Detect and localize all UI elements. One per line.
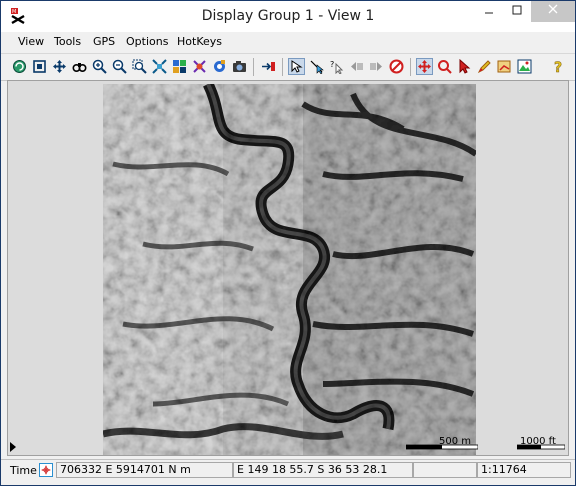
image-button[interactable] xyxy=(516,58,533,75)
status-bar: Time 706332 E 5914701 N m E 149 18 55.7 … xyxy=(1,459,575,482)
pointer-button[interactable] xyxy=(456,58,473,75)
svg-text:?: ? xyxy=(330,60,334,69)
svg-text:?: ? xyxy=(554,60,562,74)
help-button[interactable]: ? xyxy=(550,58,567,75)
cancel-icon xyxy=(389,59,404,74)
status-empty-cell xyxy=(413,462,477,478)
camera-button[interactable] xyxy=(231,58,248,75)
cancel-button[interactable] xyxy=(388,58,405,75)
add-layer-icon xyxy=(262,62,275,71)
zoom-extent-button[interactable] xyxy=(151,58,168,75)
toolbar-separator xyxy=(253,58,254,76)
pan-button[interactable] xyxy=(51,58,68,75)
close-button[interactable] xyxy=(531,1,575,22)
move-icon xyxy=(418,60,431,73)
gps-position-button[interactable] xyxy=(39,463,53,477)
zoom-in-icon xyxy=(92,59,107,74)
forward-button[interactable] xyxy=(368,58,385,75)
back-icon xyxy=(351,62,363,71)
menu-options[interactable]: Options xyxy=(126,35,168,48)
binoculars-icon xyxy=(72,63,87,73)
grid-button[interactable] xyxy=(191,58,208,75)
latlon-coordinates: E 149 18 55.7 S 36 53 28.1 xyxy=(233,462,413,478)
binoculars-button[interactable] xyxy=(71,58,88,75)
select-cursor-button[interactable] xyxy=(288,58,305,75)
expand-panel-arrow-icon[interactable] xyxy=(10,442,16,452)
maximize-icon xyxy=(512,5,522,15)
back-button[interactable] xyxy=(348,58,365,75)
zoom-out-button[interactable] xyxy=(111,58,128,75)
redraw-icon xyxy=(13,60,26,73)
minimize-button[interactable] xyxy=(475,1,503,22)
sketch-button[interactable] xyxy=(496,58,513,75)
pencil-icon xyxy=(477,60,491,74)
add-layer-button[interactable] xyxy=(260,58,277,75)
grid-icon xyxy=(193,60,206,73)
settings-button[interactable] xyxy=(211,58,228,75)
menu-hotkeys[interactable]: HotKeys xyxy=(177,35,222,48)
camera-icon xyxy=(233,61,246,72)
layer-button[interactable] xyxy=(171,58,188,75)
layer-icon xyxy=(173,60,186,73)
settings-icon xyxy=(214,60,225,72)
measure-button[interactable] xyxy=(308,58,325,75)
toolbar: ? ? xyxy=(1,53,575,81)
measure-icon xyxy=(310,60,324,74)
zoom-extent-icon xyxy=(152,59,167,74)
pan-icon xyxy=(53,60,66,73)
zoom-in-button[interactable] xyxy=(91,58,108,75)
scale-bar-metric-label: 500 m xyxy=(439,436,472,447)
pointer-icon xyxy=(459,59,471,74)
menu-view[interactable]: View xyxy=(18,35,44,48)
menu-tools[interactable]: Tools xyxy=(54,35,81,48)
title-bar[interactable]: M Display Group 1 - View 1 xyxy=(1,1,575,32)
pencil-button[interactable] xyxy=(476,58,493,75)
utm-coordinates: 706332 E 5914701 N m xyxy=(56,462,233,478)
application-window: M Display Group 1 - View 1 View Tools GP… xyxy=(0,0,576,486)
full-extent-button[interactable] xyxy=(31,58,48,75)
maximize-button[interactable] xyxy=(503,1,531,22)
zoom-box-button[interactable] xyxy=(131,58,148,75)
toolbar-separator xyxy=(282,58,283,76)
target-icon xyxy=(438,60,452,74)
sketch-icon xyxy=(497,60,511,73)
zoom-box-icon xyxy=(132,59,147,74)
help-cursor-button[interactable]: ? xyxy=(328,58,345,75)
help-cursor-icon: ? xyxy=(330,60,344,74)
time-label: Time xyxy=(10,464,37,477)
crosshair-icon xyxy=(41,465,51,475)
select-cursor-icon xyxy=(291,60,303,73)
scale-bar-imperial-label: 1000 ft xyxy=(520,436,556,447)
image-icon xyxy=(517,59,532,74)
menu-gps[interactable]: GPS xyxy=(93,35,115,48)
close-icon xyxy=(548,4,558,14)
minimize-icon xyxy=(485,12,493,14)
target-button[interactable] xyxy=(436,58,453,75)
zoom-out-icon xyxy=(112,59,127,74)
toolbar-separator xyxy=(410,58,411,76)
map-viewport[interactable]: 500 m 1000 ft xyxy=(7,80,569,456)
question-icon: ? xyxy=(554,60,563,74)
elevation-map-image xyxy=(103,84,476,455)
menu-bar: View Tools GPS Options HotKeys xyxy=(1,32,575,52)
move-button[interactable] xyxy=(416,58,433,75)
full-extent-icon xyxy=(33,60,46,73)
forward-icon xyxy=(370,62,382,71)
map-scale: 1:11764 xyxy=(477,462,571,478)
redraw-button[interactable] xyxy=(11,58,28,75)
